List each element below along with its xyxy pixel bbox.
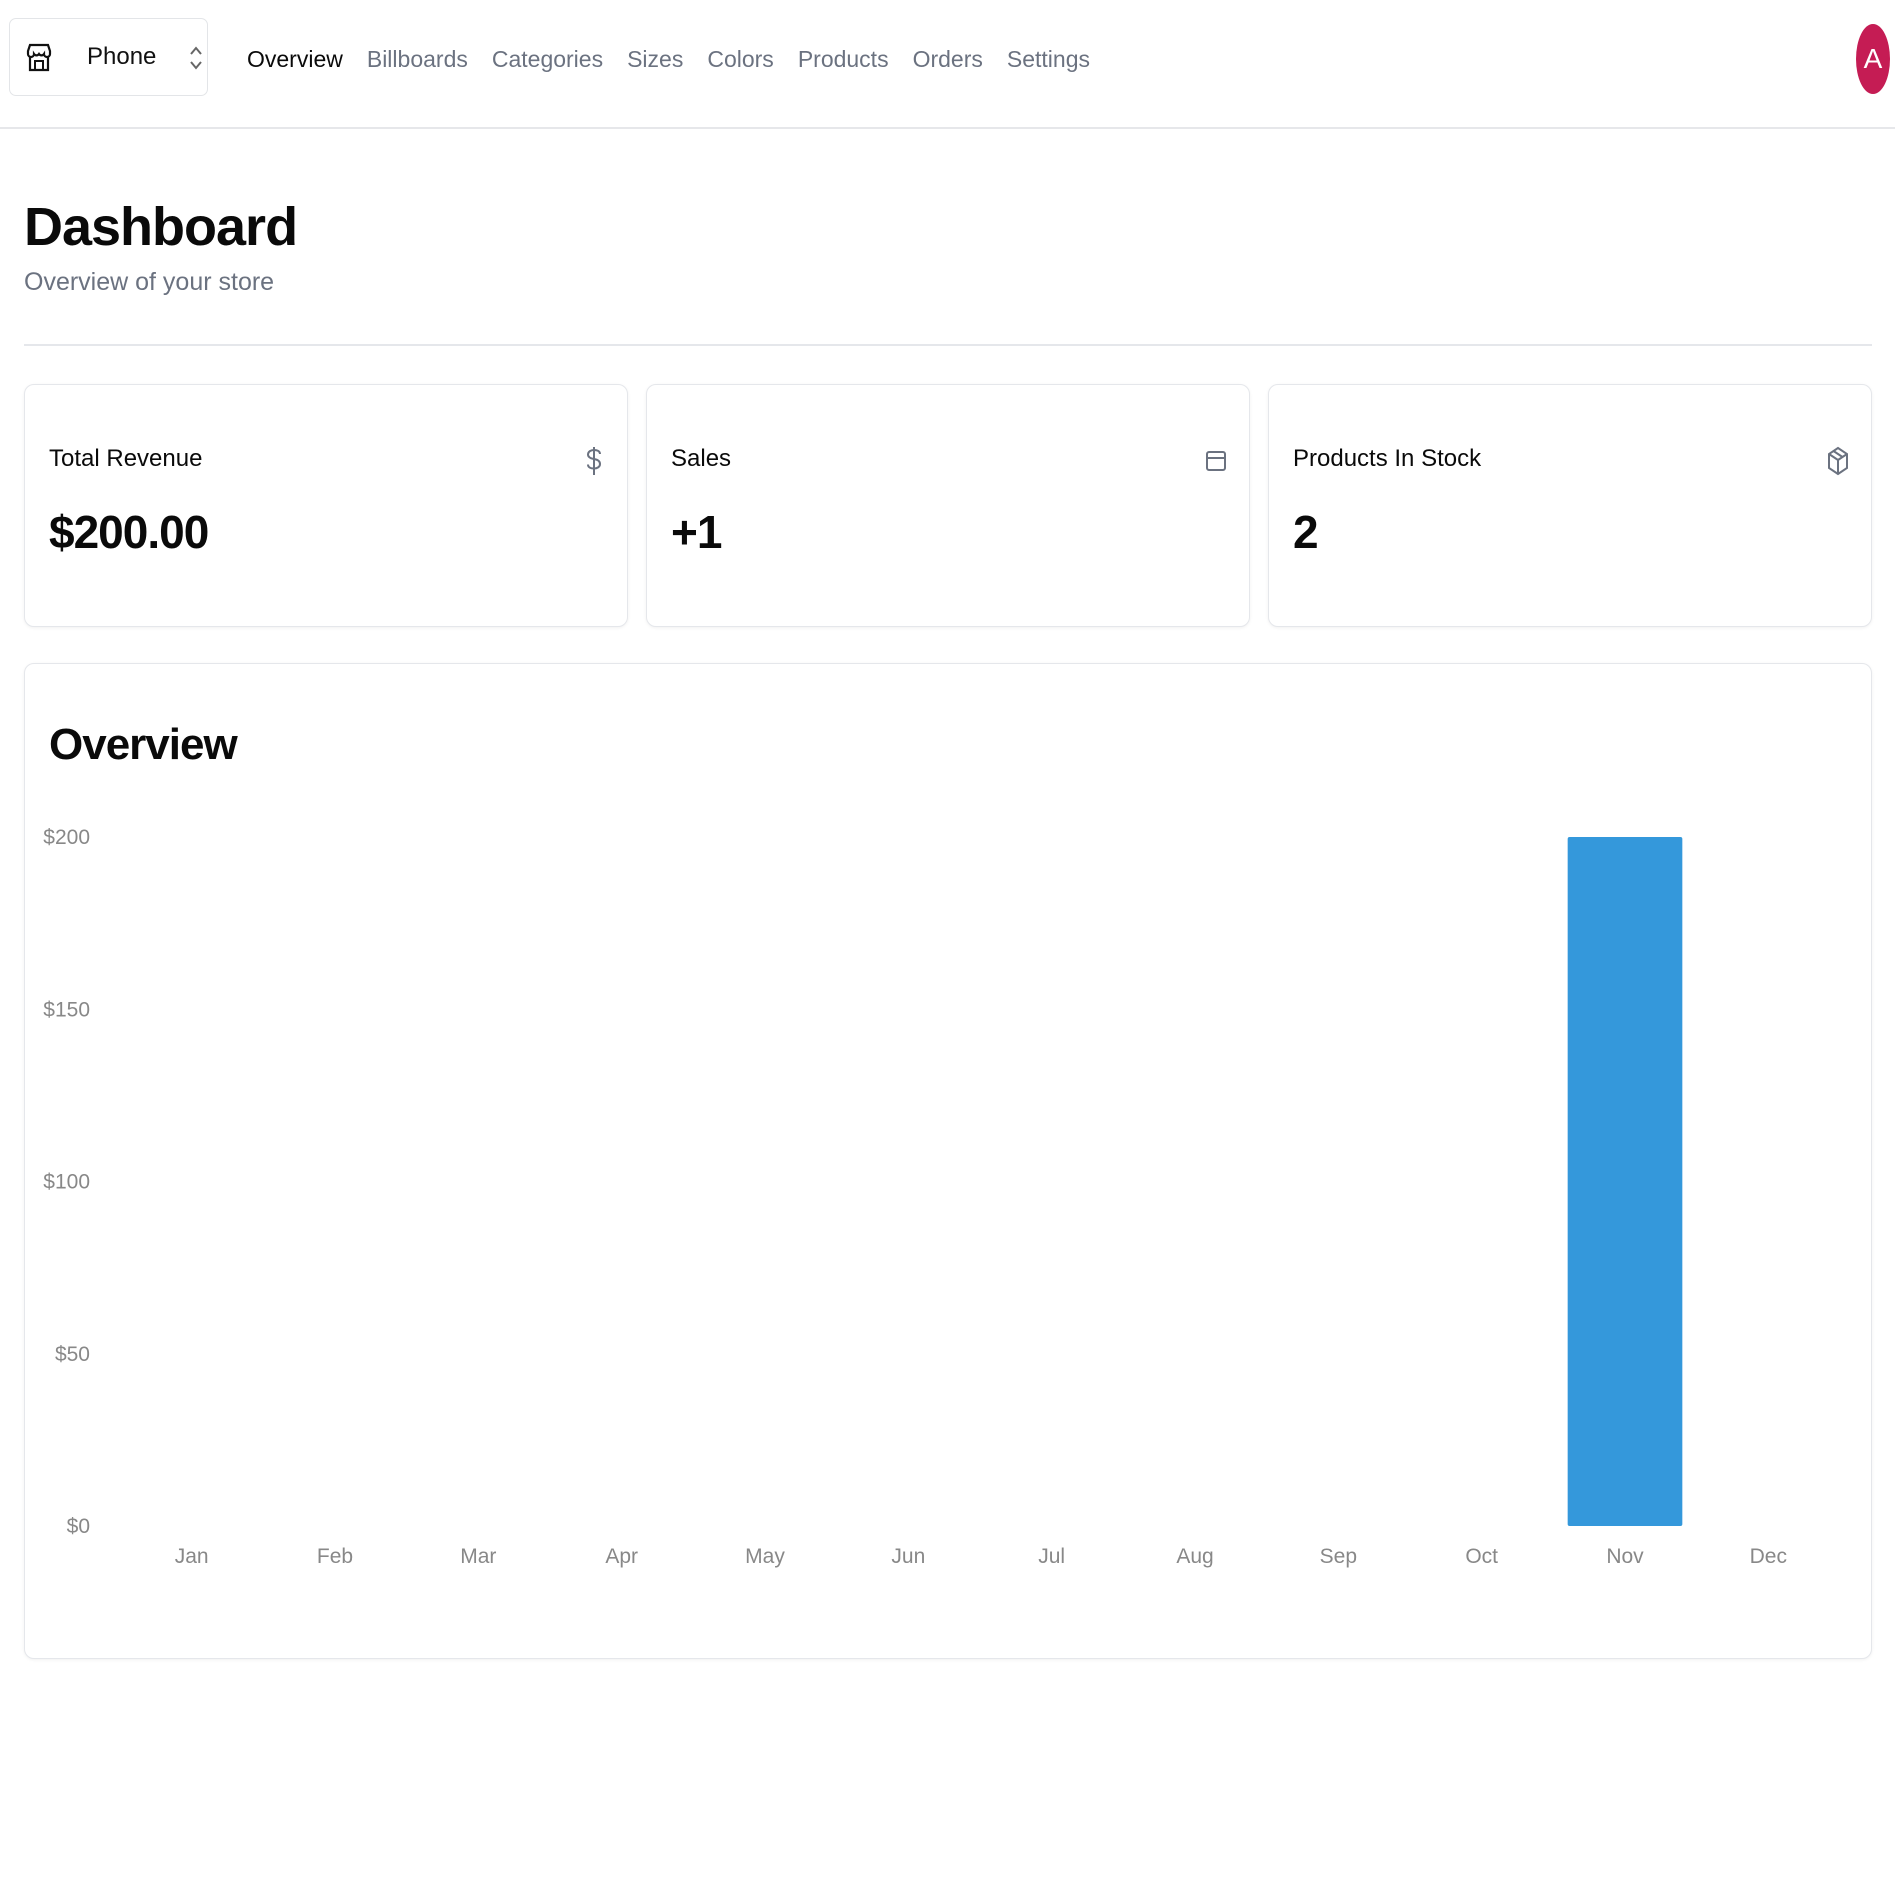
- nav-link-categories[interactable]: Categories: [492, 46, 603, 73]
- bar-nov[interactable]: [1567, 837, 1683, 1526]
- dollar-sign-icon: [586, 447, 602, 475]
- store-switcher-label: Phone: [87, 43, 157, 70]
- stat-value: $200.00: [49, 506, 209, 558]
- store-icon: [26, 43, 52, 72]
- nav-link-settings[interactable]: Settings: [1007, 46, 1090, 73]
- y-tick-label: $0: [67, 1515, 90, 1538]
- x-tick-label: May: [745, 1545, 785, 1568]
- x-tick-label: Mar: [460, 1545, 496, 1568]
- y-tick-label: $200: [43, 826, 90, 849]
- chevrons-up-down-icon: [190, 46, 202, 70]
- top-navbar: Phone Overview Billboards Categories Siz…: [0, 0, 1895, 129]
- package-icon: [1828, 446, 1848, 476]
- stat-label: Sales: [671, 445, 732, 472]
- total-revenue-card: Total Revenue $200.00: [24, 384, 628, 627]
- products-in-stock-card: Products In Stock 2: [1268, 384, 1872, 627]
- x-tick-label: Jan: [175, 1545, 209, 1568]
- y-tick-label: $50: [55, 1343, 90, 1366]
- sales-card: Sales +1: [646, 384, 1250, 627]
- nav-link-colors[interactable]: Colors: [707, 46, 773, 73]
- stat-label: Products In Stock: [1293, 445, 1482, 472]
- credit-card-icon: [1206, 451, 1226, 471]
- nav-link-products[interactable]: Products: [798, 46, 889, 73]
- overview-chart-card: Overview $0 $50 $100 $150 $200 Jan Feb Mar Apr Ma…: [24, 663, 1872, 1659]
- x-tick-label: Jun: [891, 1545, 925, 1568]
- page-subtitle: Overview of your store: [24, 268, 275, 296]
- nav-link-overview[interactable]: Overview: [247, 46, 343, 73]
- nav-link-billboards[interactable]: Billboards: [367, 46, 468, 73]
- user-avatar[interactable]: A: [1856, 24, 1890, 94]
- x-tick-label: Aug: [1176, 1545, 1213, 1568]
- x-tick-label: Dec: [1750, 1545, 1787, 1568]
- nav-link-orders[interactable]: Orders: [913, 46, 983, 73]
- x-tick-label: Feb: [317, 1545, 353, 1568]
- stat-label: Total Revenue: [49, 445, 203, 472]
- page-heading: Dashboard Overview of your store: [24, 192, 298, 297]
- main-nav: Overview Billboards Categories Sizes Col…: [247, 0, 1114, 118]
- x-tick-label: Jul: [1038, 1545, 1065, 1568]
- page-title: Dashboard: [24, 197, 298, 257]
- nav-link-sizes[interactable]: Sizes: [627, 46, 683, 73]
- x-tick-label: Oct: [1465, 1545, 1498, 1568]
- x-tick-label: Apr: [605, 1545, 638, 1568]
- stat-value: 2: [1293, 506, 1319, 558]
- store-switcher[interactable]: Phone: [9, 18, 208, 96]
- y-tick-label: $100: [43, 1171, 90, 1194]
- revenue-bar-chart: $0 $50 $100 $150 $200 Jan Feb Mar Apr May Jun Jul Au…: [43, 826, 1787, 1568]
- x-tick-label: Sep: [1320, 1545, 1357, 1568]
- separator: [24, 344, 1872, 346]
- stat-value: +1: [671, 506, 722, 558]
- y-tick-label: $150: [43, 998, 90, 1021]
- x-tick-label: Nov: [1606, 1545, 1644, 1568]
